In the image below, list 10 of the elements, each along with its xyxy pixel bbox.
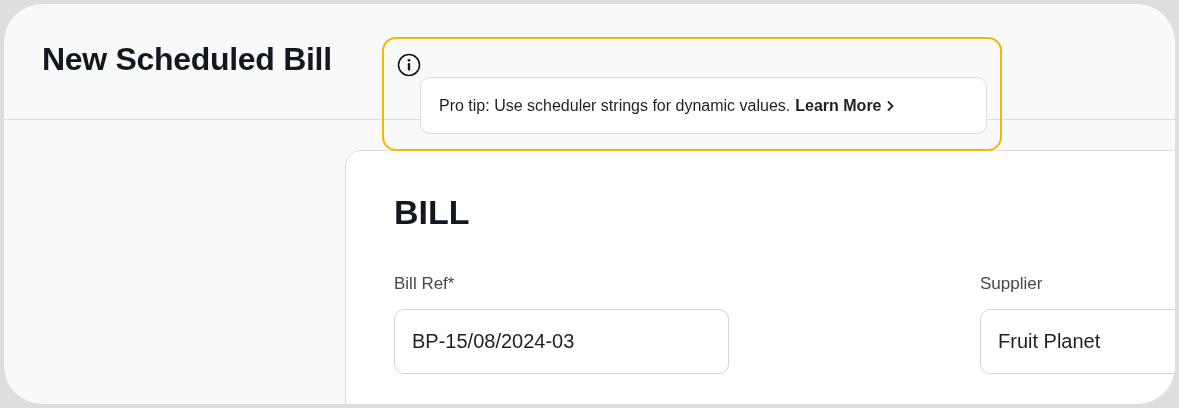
learn-more-link[interactable]: Learn More bbox=[795, 93, 894, 118]
info-icon[interactable] bbox=[397, 53, 421, 77]
tooltip-text: Pro tip: Use scheduler strings for dynamic values. bbox=[439, 95, 791, 116]
section-heading: BILL bbox=[394, 195, 471, 229]
chevron-right-icon bbox=[885, 99, 894, 112]
text-field[interactable]: BP-15/08/2024-03 bbox=[394, 308, 729, 374]
field-label: Bill Ref* bbox=[394, 273, 456, 295]
text-field[interactable]: Fruit Planet bbox=[980, 308, 1175, 374]
field-label: Supplier bbox=[980, 273, 1044, 295]
page-title: New Scheduled Bill bbox=[42, 39, 332, 79]
